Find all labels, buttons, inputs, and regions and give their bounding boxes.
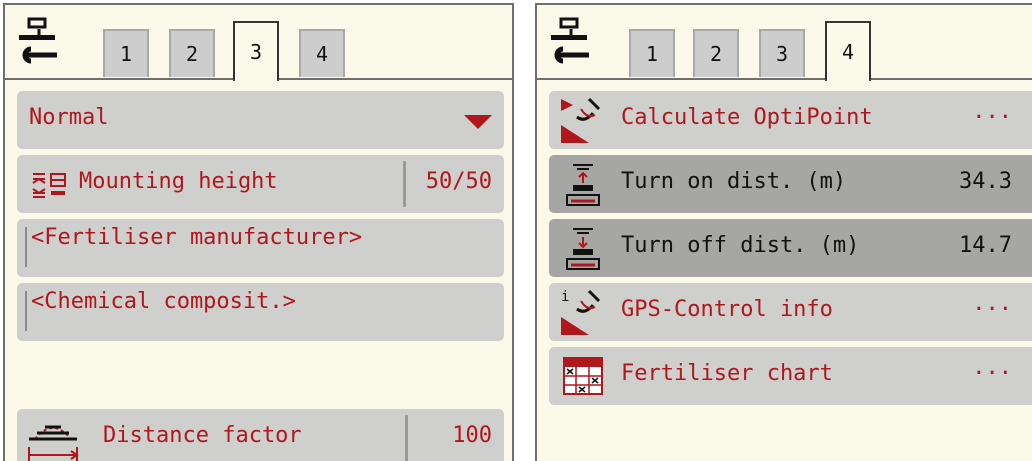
chemical-composition-field[interactable]: <Chemical composit.> <box>17 283 504 341</box>
fertiliser-manufacturer-placeholder: <Fertiliser manufacturer> <box>31 225 363 250</box>
tab-bar: 1 2 3 4 <box>537 5 1032 81</box>
tab-4[interactable]: 4 <box>299 29 345 77</box>
turn-on-distance-value: 34.3 <box>959 169 1012 194</box>
tab-2[interactable]: 2 <box>169 29 215 77</box>
optipoint-icon <box>561 97 601 143</box>
tab-1[interactable]: 1 <box>629 29 675 77</box>
distance-factor-icon <box>28 425 79 461</box>
more-options: ··· <box>972 297 1012 322</box>
tab-3[interactable]: 3 <box>759 29 805 77</box>
text-cursor <box>25 291 27 331</box>
text-cursor <box>25 227 27 267</box>
mounting-height-row[interactable]: Mounting height 50/50 <box>17 155 504 213</box>
chemical-composition-placeholder: <Chemical composit.> <box>31 289 296 314</box>
chevron-down-icon <box>464 115 492 129</box>
fertiliser-manufacturer-field[interactable]: <Fertiliser manufacturer> <box>17 219 504 277</box>
dropdown-value: Normal <box>29 105 109 130</box>
tab-3[interactable]: 3 <box>233 21 279 81</box>
svg-text:i: i <box>561 289 569 305</box>
turn-on-spreader-icon <box>566 164 600 206</box>
tab-bar: 1 2 3 4 <box>5 5 512 81</box>
turn-off-distance-value: 14.7 <box>959 233 1012 258</box>
distance-factor-row[interactable]: Distance factor 100 <box>17 409 504 461</box>
distance-factor-value: 100 <box>452 423 492 448</box>
fertiliser-chart-row[interactable]: Fertiliser chart ··· <box>549 347 1032 405</box>
tab-1[interactable]: 1 <box>103 29 149 77</box>
more-options: ··· <box>972 105 1012 130</box>
turn-off-distance-row[interactable]: Turn off dist. (m) 14.7 <box>549 219 1032 277</box>
settings-wrench-icon <box>551 17 589 64</box>
distance-factor-label: Distance factor <box>103 423 302 448</box>
calculate-optipoint-label: Calculate OptiPoint <box>621 105 873 130</box>
settings-wrench-icon <box>19 17 57 64</box>
tab-4[interactable]: 4 <box>825 21 871 81</box>
right-settings-panel: 1 2 3 4 Calculate OptiPoint ··· Turn on … <box>535 3 1032 461</box>
fertiliser-chart-label: Fertiliser chart <box>621 361 833 386</box>
gps-control-info-label: GPS-Control info <box>621 297 833 322</box>
turn-off-spreader-icon <box>566 228 600 270</box>
mounting-height-icon <box>32 173 66 198</box>
tab-divider <box>537 78 1032 80</box>
fertiliser-chart-table-icon <box>563 357 603 395</box>
tab-2[interactable]: 2 <box>693 29 739 77</box>
turn-on-distance-row[interactable]: Turn on dist. (m) 34.3 <box>549 155 1032 213</box>
more-options: ··· <box>972 361 1012 386</box>
mounting-height-value: 50/50 <box>425 169 492 194</box>
gps-control-info-row[interactable]: i GPS-Control info ··· <box>549 283 1032 341</box>
left-settings-panel: 1 2 3 4 Normal Mounting height 50/50 <Fe… <box>3 3 514 461</box>
gps-info-icon: i <box>561 289 601 335</box>
calculate-optipoint-row[interactable]: Calculate OptiPoint ··· <box>549 91 1032 149</box>
turn-off-distance-label: Turn off dist. (m) <box>621 233 860 258</box>
turn-on-distance-label: Turn on dist. (m) <box>621 169 847 194</box>
separator <box>405 415 408 461</box>
separator <box>403 161 406 207</box>
mounting-height-label: Mounting height <box>79 169 278 194</box>
mode-dropdown[interactable]: Normal <box>17 91 504 149</box>
